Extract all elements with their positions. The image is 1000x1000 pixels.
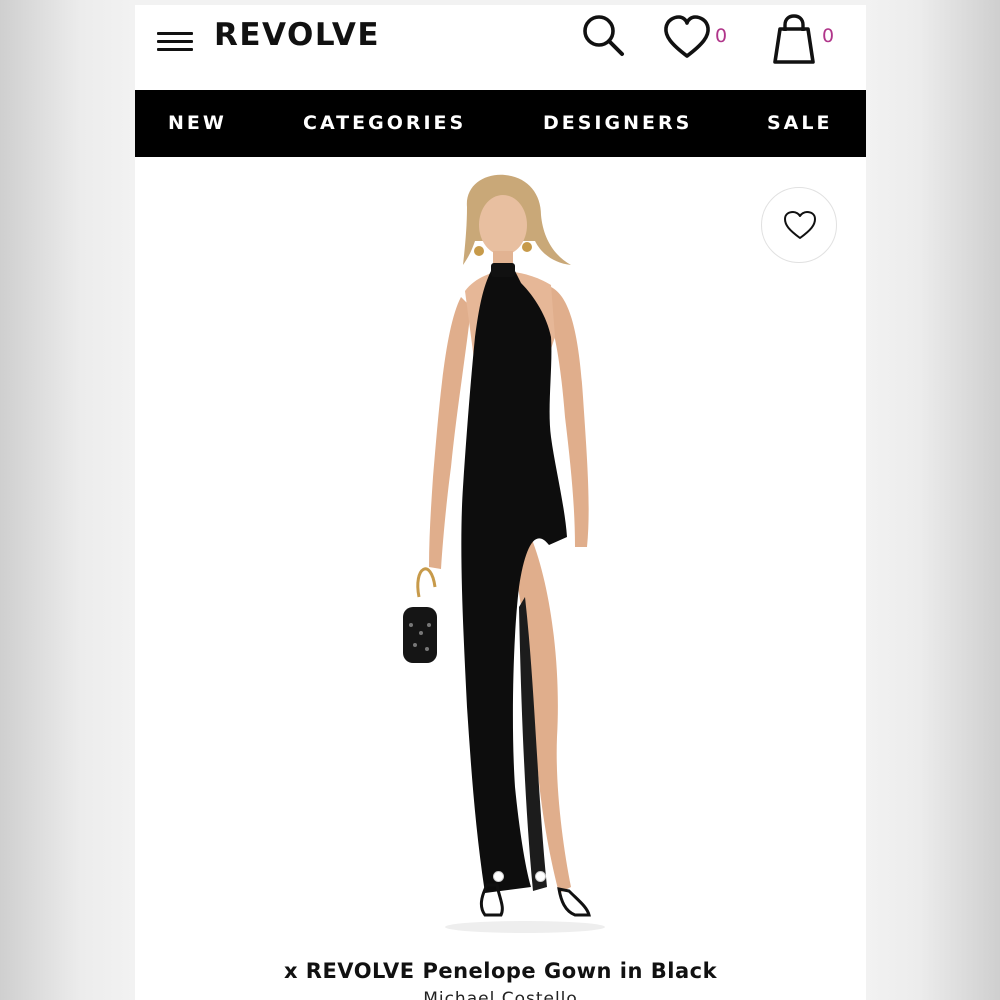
product-title: x REVOLVE Penelope Gown in Black <box>283 959 718 983</box>
menu-line <box>157 32 193 35</box>
revolve-logo[interactable]: REVOLVE <box>214 17 380 53</box>
nav-item-categories[interactable]: CATEGORIES <box>303 90 466 157</box>
hamburger-menu-icon[interactable] <box>157 30 195 54</box>
wishlist-count: 0 <box>715 25 728 47</box>
search-icon <box>583 15 624 56</box>
site-header: REVOLVE 0 0 <box>135 5 866 90</box>
nav-item-designers[interactable]: DESIGNERS <box>543 90 692 157</box>
nav-item-new[interactable]: NEW <box>168 90 227 157</box>
main-nav: NEW CATEGORIES DESIGNERS SALE <box>135 90 866 157</box>
product-image-carousel[interactable] <box>135 157 866 957</box>
nav-item-sale[interactable]: SALE <box>767 90 832 157</box>
carousel-dot-2[interactable] <box>535 871 546 882</box>
shopping-bag-button[interactable]: 0 <box>771 13 841 65</box>
menu-line <box>157 48 193 51</box>
product-photo <box>403 174 605 933</box>
product-brand[interactable]: Michael Costello <box>135 989 866 1000</box>
carousel-dot-1[interactable] <box>493 871 504 882</box>
menu-line <box>157 40 193 43</box>
favorite-button[interactable] <box>761 187 837 263</box>
shopping-bag-icon <box>773 14 815 64</box>
wishlist-button[interactable]: 0 <box>663 15 735 61</box>
heart-outline-icon <box>784 211 816 239</box>
bag-count: 0 <box>822 25 835 47</box>
phone-screen: REVOLVE 0 0 NEW CATEGORIES DESIGNERS SAL… <box>135 5 866 1000</box>
search-button[interactable] <box>581 13 627 59</box>
heart-icon <box>664 15 710 58</box>
carousel-dots <box>493 871 553 885</box>
